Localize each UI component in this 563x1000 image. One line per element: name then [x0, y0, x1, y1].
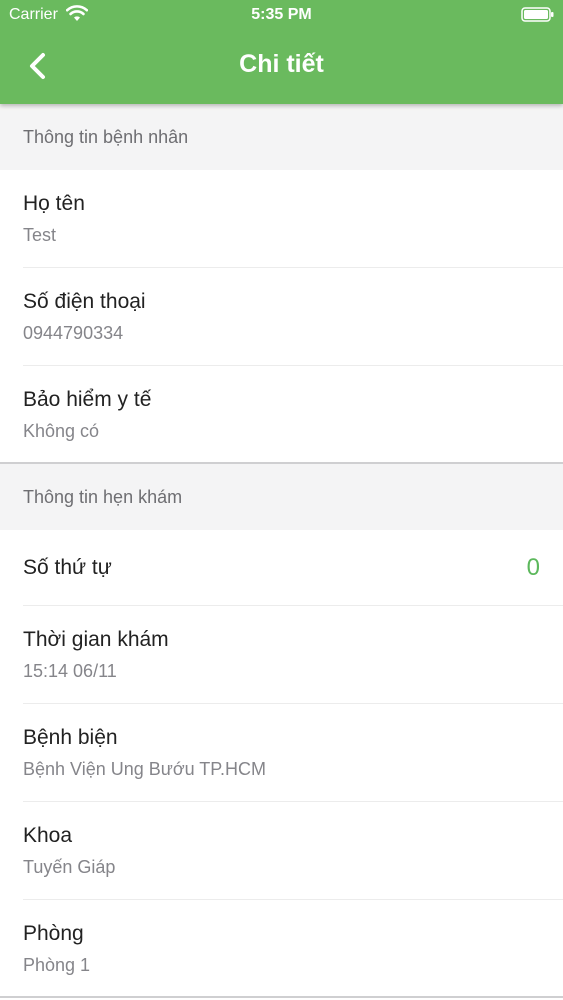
phone-value: 0944790334 — [23, 323, 124, 343]
queue-number-label: Số thứ tự — [23, 556, 112, 579]
insurance-label: Bảo hiểm y tế — [23, 388, 152, 411]
hospital-value: Bệnh Viện Ung Bướu TP.HCM — [23, 759, 266, 779]
patient-name-label: Họ tên — [23, 192, 85, 215]
exam-time-row: Thời gian khám 15:14 06/11 — [0, 606, 563, 704]
room-row: Phòng Phòng 1 — [0, 900, 563, 998]
department-label: Khoa — [23, 824, 73, 847]
queue-number-value: 0 — [526, 554, 540, 581]
department-row: Khoa Tuyến Giáp — [0, 802, 563, 900]
insurance-value: Không có — [23, 421, 100, 441]
exam-time-value: 15:14 06/11 — [23, 661, 117, 681]
phone-row: Số điện thoại 0944790334 — [0, 268, 563, 366]
status-time: 5:35 PM — [251, 6, 312, 23]
navigation-header: Carrier 5:35 PM Chi tiết — [0, 0, 563, 104]
phone-label: Số điện thoại — [23, 290, 146, 313]
battery-icon — [521, 7, 554, 22]
insurance-row: Bảo hiểm y tế Không có — [0, 366, 563, 464]
patient-name-row: Họ tên Test — [0, 170, 563, 268]
hospital-row: Bệnh biện Bệnh Viện Ung Bướu TP.HCM — [0, 704, 563, 802]
section-divider — [0, 996, 563, 998]
room-value: Phòng 1 — [23, 955, 91, 975]
hospital-label: Bệnh biện — [23, 726, 118, 749]
exam-time-label: Thời gian khám — [23, 628, 169, 651]
page-title: Chi tiết — [239, 50, 324, 78]
department-value: Tuyến Giáp — [23, 857, 116, 877]
queue-number-row: Số thứ tự 0 — [0, 530, 563, 606]
section-header-appointment: Thông tin hẹn khám — [0, 464, 563, 530]
status-bar: Carrier 5:35 PM — [0, 0, 563, 30]
room-label: Phòng — [23, 922, 84, 945]
section-header-patient: Thông tin bệnh nhân — [0, 104, 563, 170]
patient-name-value: Test — [23, 225, 57, 245]
